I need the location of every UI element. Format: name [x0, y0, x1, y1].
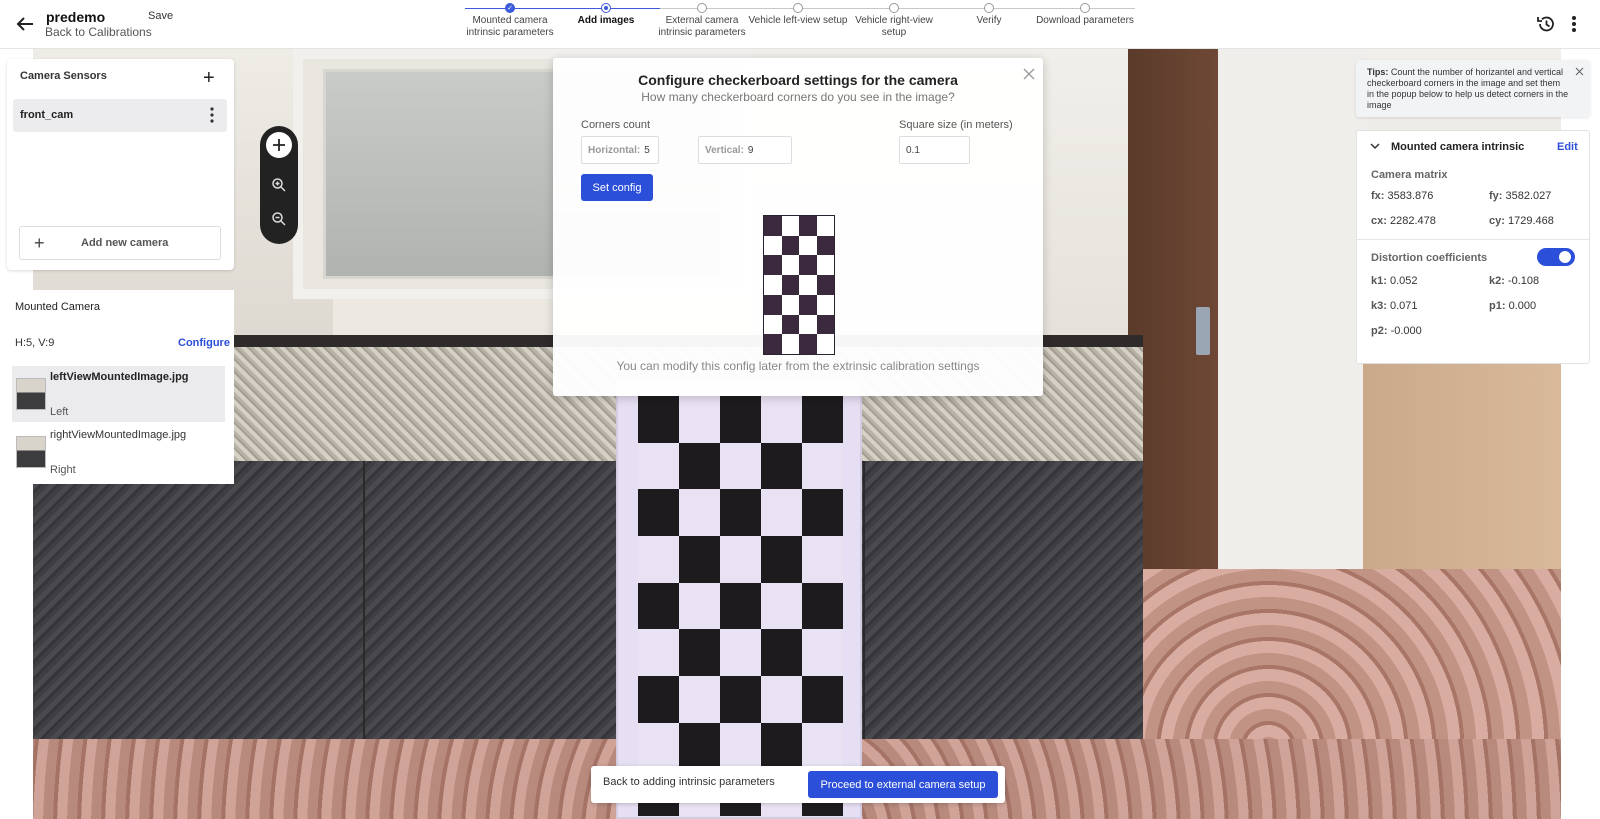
image-list-item[interactable]: leftViewMountedImage.jpg Left — [12, 366, 225, 422]
intrinsic-panel-title: Mounted camera intrinsic — [1391, 141, 1525, 153]
fy-value: fy: 3582.027 — [1489, 190, 1552, 202]
proceed-button[interactable]: Proceed to external camera setup — [808, 771, 998, 798]
square-size-label: Square size (in meters) — [899, 119, 1013, 131]
image-view-label: Right — [50, 464, 76, 476]
fx-value: fx: 3583.876 — [1371, 190, 1434, 202]
step-dot-icon — [697, 3, 707, 13]
top-header: predemo Save Back to Calibrations ✓ Moun… — [0, 0, 1600, 49]
checkerboard-preview — [763, 215, 835, 355]
camera-item-front-cam[interactable]: front_cam — [13, 99, 227, 132]
image-thumbnail — [16, 436, 46, 468]
dialog-footnote: You can modify this config later from th… — [616, 359, 980, 373]
dialog-subtitle: How many checkerboard corners do you see… — [641, 90, 955, 104]
step-left-view[interactable]: Vehicle left-view setup — [748, 3, 848, 27]
p2-value: p2: -0.000 — [1371, 325, 1422, 337]
current-step-icon — [601, 3, 611, 13]
mounted-camera-panel: Mounted Camera H:5, V:9 Configure leftVi… — [6, 290, 234, 484]
configure-link[interactable]: Configure — [178, 337, 230, 349]
tips-banner: Tips: Count the number of horizantel and… — [1356, 60, 1590, 117]
zoom-in-icon — [272, 178, 286, 192]
step-verify[interactable]: Verify — [939, 3, 1039, 27]
close-icon[interactable] — [1575, 67, 1584, 76]
k2-value: k2: -0.108 — [1489, 275, 1540, 287]
chevron-down-icon[interactable] — [1370, 142, 1380, 150]
distortion-label: Distortion coefficients — [1371, 252, 1488, 264]
plus-icon — [273, 139, 285, 151]
cy-value: cy: 1729.468 — [1489, 215, 1554, 227]
distortion-toggle[interactable] — [1537, 248, 1575, 266]
dialog-title: Configure checkerboard settings for the … — [638, 72, 958, 88]
intrinsic-parameters-panel: Mounted camera intrinsic Edit Camera mat… — [1356, 130, 1590, 364]
checkerboard-config-dialog: Configure checkerboard settings for the … — [553, 58, 1043, 396]
image-filename: rightViewMountedImage.jpg — [50, 429, 187, 441]
step-dot-icon — [984, 3, 994, 13]
step-mounted-intrinsic[interactable]: ✓ Mounted camera intrinsic parameters — [460, 3, 560, 39]
camera-sensors-panel: Camera Sensors + front_cam + Add new cam… — [7, 59, 234, 270]
more-vertical-icon[interactable] — [1568, 14, 1580, 34]
zoom-toolbar — [260, 126, 298, 244]
footer-actions: Back to adding intrinsic parameters Proc… — [591, 766, 1005, 803]
zoom-out-icon — [272, 212, 286, 226]
back-to-intrinsic-button[interactable]: Back to adding intrinsic parameters — [603, 776, 775, 788]
progress-stepper: ✓ Mounted camera intrinsic parameters Ad… — [460, 0, 1135, 48]
plus-icon: + — [34, 233, 45, 253]
save-button[interactable]: Save — [148, 10, 173, 22]
checkerboard — [616, 379, 862, 819]
mounted-camera-title: Mounted Camera — [15, 301, 100, 313]
scene-stone — [33, 461, 1143, 761]
add-point-button[interactable] — [266, 132, 292, 158]
horizontal-corners-input[interactable]: Horizontal: 5 — [581, 136, 659, 164]
zoom-in-button[interactable] — [266, 172, 292, 198]
step-external-intrinsic[interactable]: External camera intrinsic parameters — [652, 3, 752, 39]
more-vertical-icon[interactable] — [209, 106, 215, 124]
page-title: predemo — [46, 9, 106, 25]
image-view-label: Left — [50, 406, 69, 418]
cx-value: cx: 2282.478 — [1371, 215, 1436, 227]
step-add-images[interactable]: Add images — [556, 3, 656, 27]
k1-value: k1: 0.052 — [1371, 275, 1418, 287]
camera-matrix-label: Camera matrix — [1371, 169, 1448, 181]
image-thumbnail — [16, 378, 46, 410]
back-to-calibrations-link[interactable]: Back to Calibrations — [45, 25, 152, 39]
step-download[interactable]: Download parameters — [1035, 3, 1135, 27]
check-icon: ✓ — [505, 3, 515, 13]
set-config-button[interactable]: Set config — [581, 174, 653, 201]
k3-value: k3: 0.071 — [1371, 300, 1418, 312]
corner-config-summary: H:5, V:9 — [15, 337, 55, 349]
add-sensor-plus-icon[interactable]: + — [203, 68, 215, 88]
history-icon[interactable] — [1536, 14, 1556, 34]
step-right-view[interactable]: Vehicle right-view setup — [844, 3, 944, 39]
step-dot-icon — [1080, 3, 1090, 13]
vertical-corners-input[interactable]: Vertical: 9 — [698, 136, 792, 164]
corners-count-label: Corners count — [581, 119, 651, 131]
step-dot-icon — [889, 3, 899, 13]
square-size-input[interactable]: 0.1 — [899, 136, 970, 164]
zoom-out-button[interactable] — [266, 206, 292, 232]
back-arrow-icon[interactable] — [14, 13, 36, 35]
close-icon[interactable] — [1023, 68, 1035, 80]
image-filename: leftViewMountedImage.jpg — [50, 371, 189, 383]
edit-intrinsic-button[interactable]: Edit — [1557, 141, 1578, 153]
add-new-camera-button[interactable]: + Add new camera — [19, 226, 221, 260]
step-dot-icon — [793, 3, 803, 13]
image-list-item[interactable]: rightViewMountedImage.jpg Right — [12, 424, 225, 480]
camera-item-label: front_cam — [20, 109, 74, 121]
camera-sensors-title: Camera Sensors — [20, 70, 107, 82]
p1-value: p1: 0.000 — [1489, 300, 1537, 312]
